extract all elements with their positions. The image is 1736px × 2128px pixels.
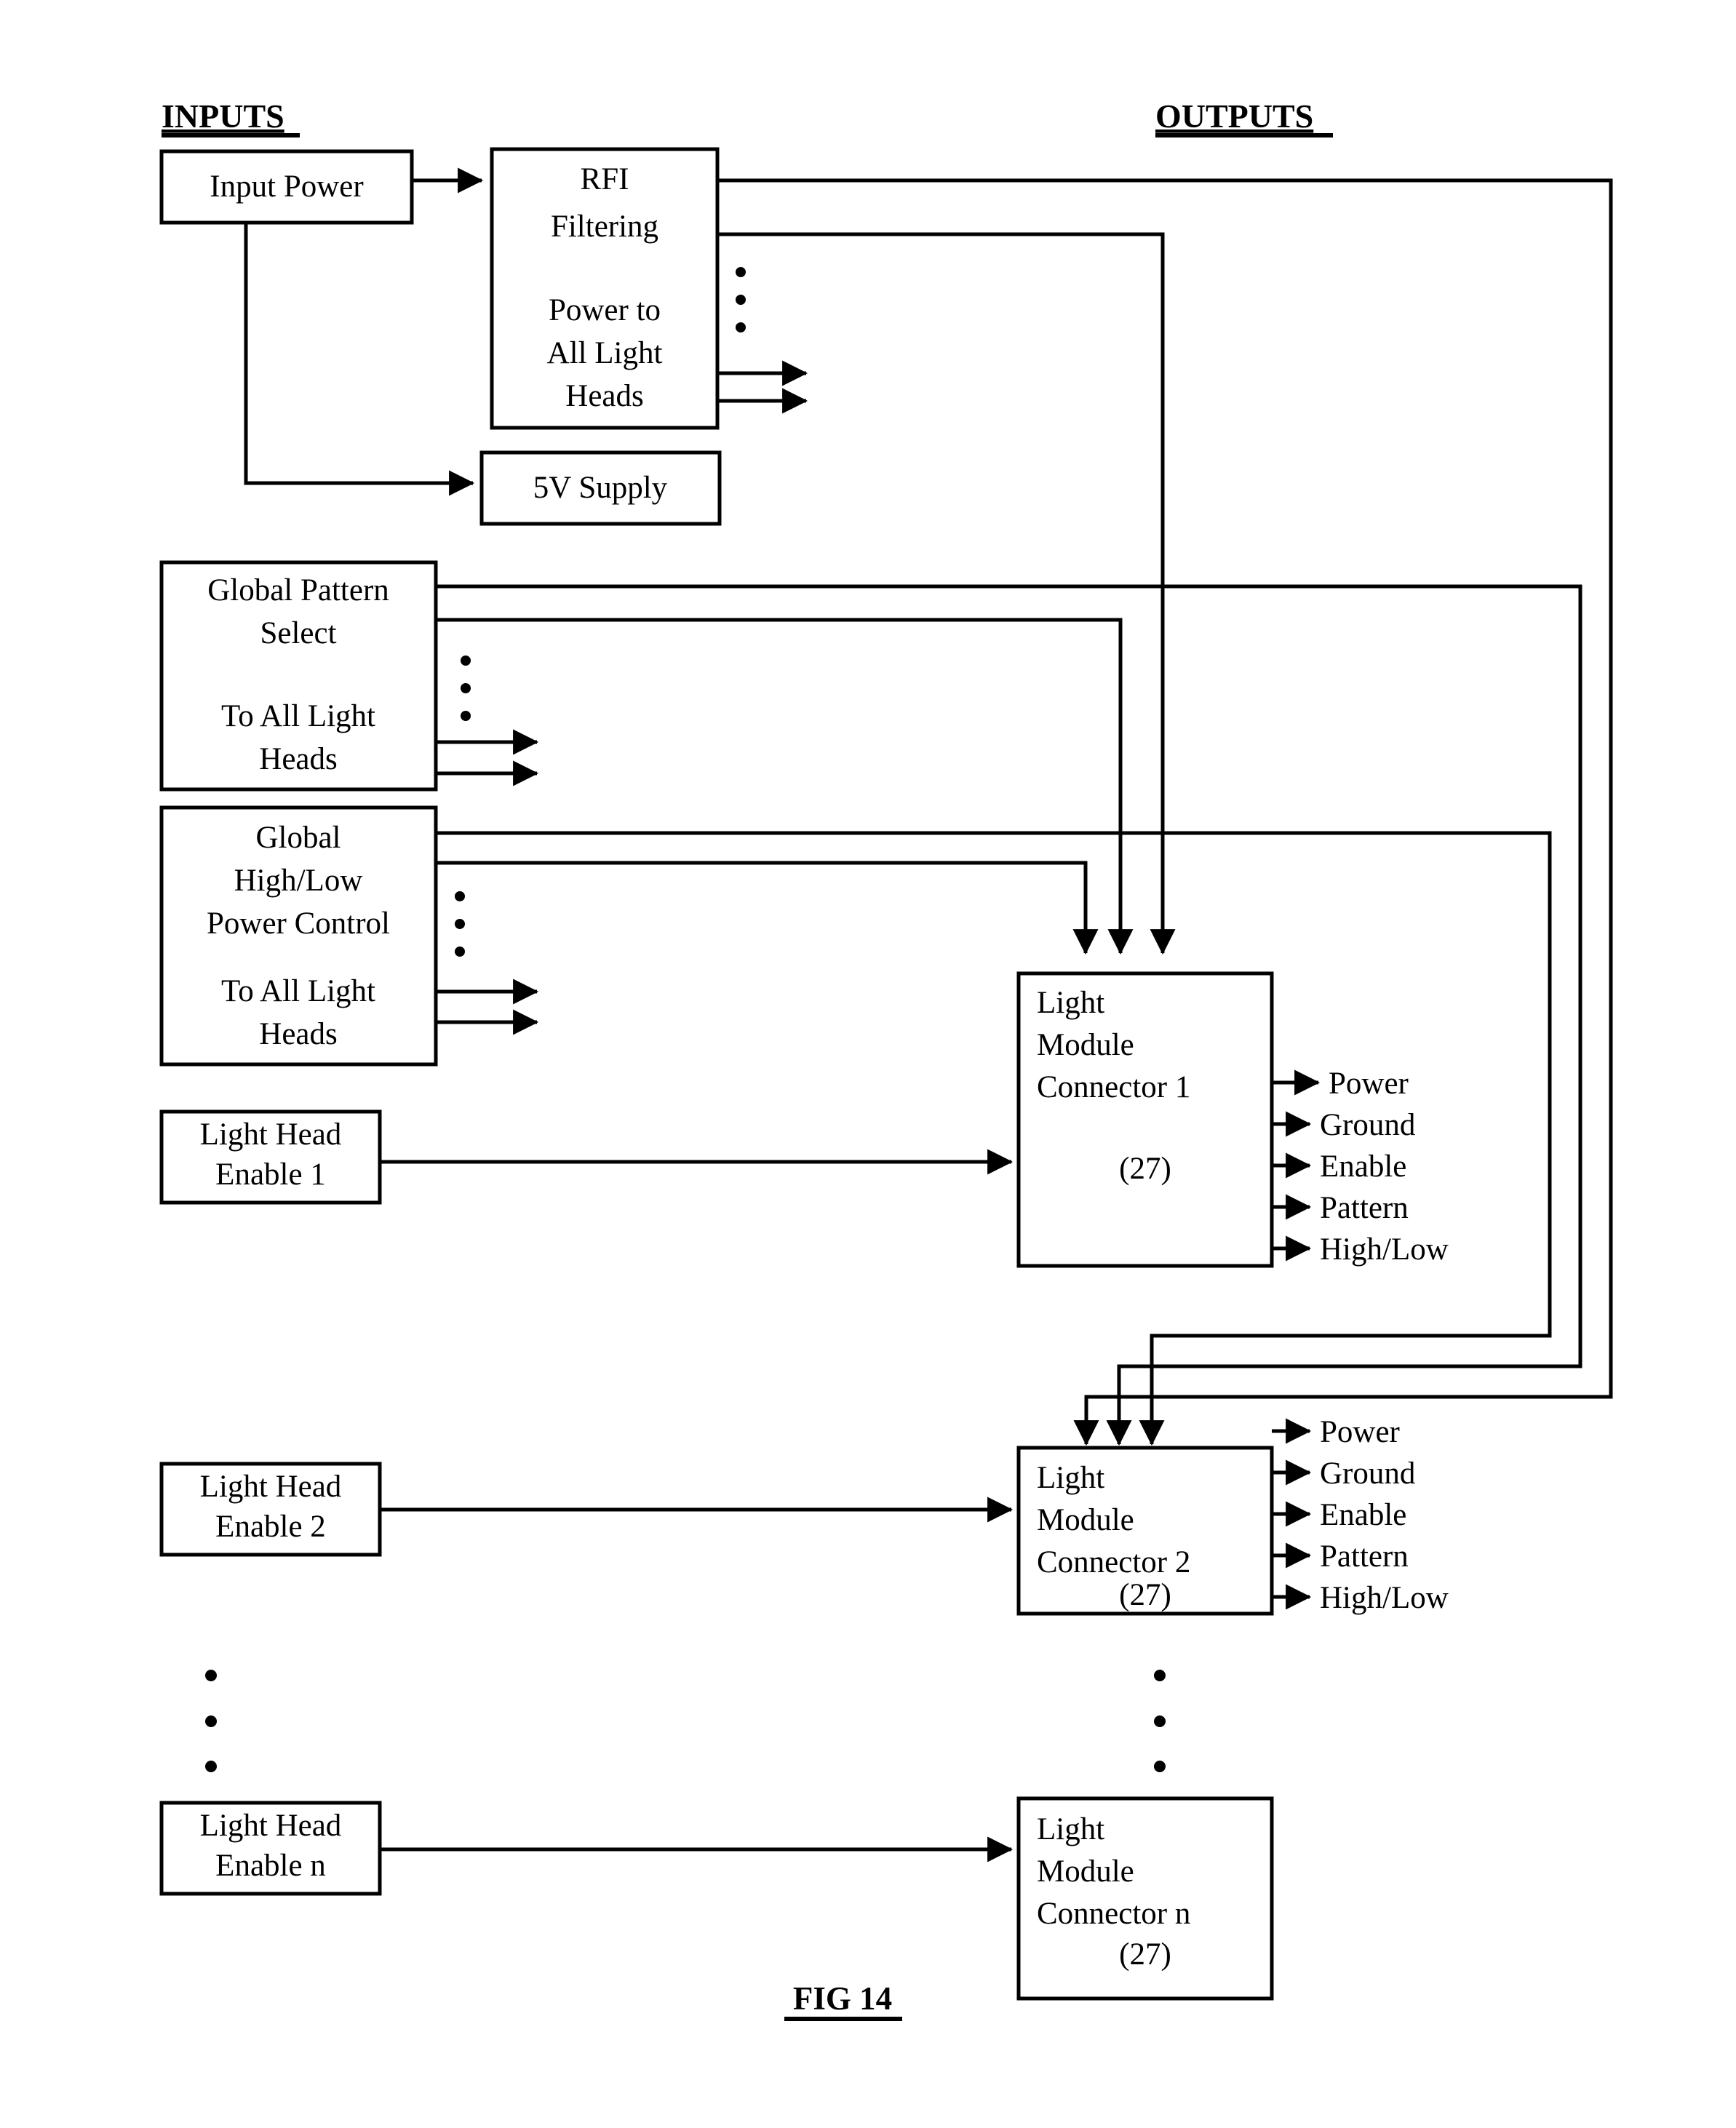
global-highlow-line-4: To All Light (221, 974, 375, 1008)
global-pattern-line-2: Select (260, 616, 336, 650)
global-pattern-ellipsis-dot-1 (461, 655, 471, 666)
wire-global-highlow-bus-to-connector-1 (436, 861, 1099, 955)
block-diagram: INPUTS OUTPUTS Input Power RFI Filtering… (159, 97, 1613, 2021)
connector-1-output-label-2: Ground (1320, 1108, 1415, 1142)
connector-2-output-label-1: Power (1320, 1415, 1400, 1449)
connector-1-line-2: Module (1037, 1028, 1134, 1062)
connector-n-ref: (27) (1119, 1937, 1171, 1972)
global-pattern-line-3: To All Light (221, 699, 375, 733)
connector-2-output-label-4: Pattern (1320, 1539, 1409, 1574)
global-highlow-ellipsis-dot-3 (455, 947, 465, 957)
connector-2-output-label-2: Ground (1320, 1456, 1415, 1491)
rfi-line-3: Power to (549, 293, 661, 327)
light-head-enable-n-line-1: Light Head (200, 1809, 342, 1843)
five-volt-supply-label: 5V Supply (533, 471, 668, 505)
global-pattern-ellipsis-dot-2 (461, 683, 471, 693)
rfi-line-2: Filtering (551, 210, 658, 244)
global-highlow-line-5: Heads (259, 1017, 337, 1051)
global-highlow-line-1: Global (255, 821, 341, 855)
connector-2-ref: (27) (1119, 1578, 1171, 1612)
connector-2-output-label-3: Enable (1320, 1498, 1406, 1532)
connector-1-output-label-1: Power (1329, 1067, 1409, 1101)
connector-column-ellipsis-dot-1 (1154, 1670, 1166, 1681)
global-pattern-line-1: Global Pattern (207, 573, 389, 607)
connector-column-ellipsis-dot-3 (1154, 1761, 1166, 1772)
global-pattern-ellipsis-dot-3 (461, 711, 471, 721)
connector-2-line-3: Connector 2 (1037, 1545, 1190, 1579)
left-column-ellipsis-dot-3 (205, 1761, 217, 1772)
light-head-enable-n-line-2: Enable n (215, 1849, 326, 1883)
light-head-enable-2-line-1: Light Head (200, 1470, 342, 1504)
patent-figure-page: INPUTS OUTPUTS Input Power RFI Filtering… (0, 0, 1736, 2128)
wire-rfi-power-bus-to-connector-1 (717, 232, 1176, 955)
connector-2-line-1: Light (1037, 1461, 1104, 1495)
connector-2-line-2: Module (1037, 1503, 1134, 1537)
rfi-line-5: Heads (565, 379, 643, 413)
left-column-ellipsis-dot-2 (205, 1715, 217, 1727)
left-column-ellipsis-dot-1 (205, 1670, 217, 1681)
figure-label: FIG 14 (793, 1980, 892, 2017)
connector-n-line-2: Module (1037, 1854, 1134, 1889)
rfi-line-1: RFI (581, 162, 629, 196)
connector-1-ref: (27) (1119, 1152, 1171, 1186)
connector-n-line-1: Light (1037, 1812, 1104, 1846)
outputs-header: OUTPUTS (1155, 97, 1313, 135)
connector-1-output-label-3: Enable (1320, 1149, 1406, 1184)
connector-1-output-label-5: High/Low (1320, 1232, 1449, 1267)
global-highlow-ellipsis-dot-1 (455, 891, 465, 901)
inputs-header: INPUTS (162, 97, 284, 135)
global-highlow-line-3: Power Control (207, 906, 390, 941)
connector-column-ellipsis-dot-2 (1154, 1715, 1166, 1727)
connector-1-line-1: Light (1037, 986, 1104, 1020)
connector-n-line-3: Connector n (1037, 1897, 1190, 1931)
wire-input-power-to-5v-supply (244, 223, 475, 496)
rfi-ellipsis-dot-1 (736, 267, 746, 277)
input-power-label: Input Power (210, 170, 363, 204)
wire-global-pattern-bus-to-connector-2 (436, 584, 1582, 1446)
connector-2-output-label-5: High/Low (1320, 1581, 1449, 1615)
global-highlow-ellipsis-dot-2 (455, 919, 465, 929)
light-head-enable-1-line-2: Enable 1 (215, 1157, 326, 1192)
light-head-enable-2-line-2: Enable 2 (215, 1510, 326, 1544)
global-pattern-line-4: Heads (259, 742, 337, 776)
connector-1-output-label-4: Pattern (1320, 1191, 1409, 1225)
global-highlow-line-2: High/Low (234, 864, 363, 898)
rfi-ellipsis-dot-2 (736, 295, 746, 305)
light-head-enable-1-line-1: Light Head (200, 1117, 342, 1152)
wire-global-pattern-bus-to-connector-1 (436, 618, 1134, 955)
rfi-line-4: All Light (547, 336, 663, 370)
rfi-ellipsis-dot-3 (736, 322, 746, 332)
connector-1-line-3: Connector 1 (1037, 1070, 1190, 1104)
